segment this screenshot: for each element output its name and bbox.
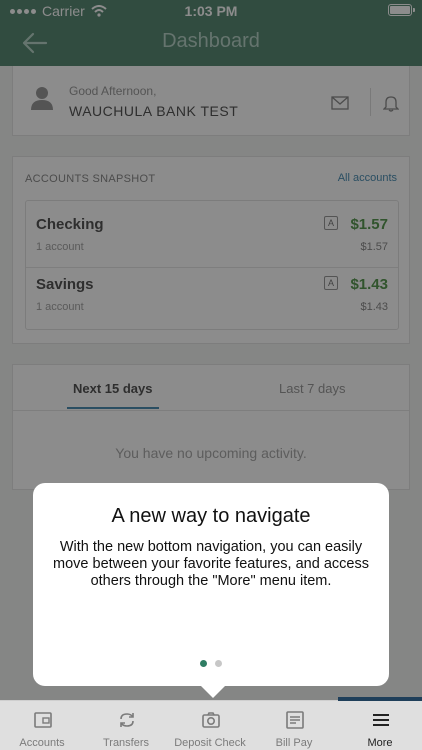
popup-title: A new way to navigate — [111, 505, 311, 527]
page-dot[interactable] — [215, 660, 222, 667]
tab-deposit-check[interactable]: Deposit Check — [168, 701, 252, 750]
tab-more[interactable]: More — [338, 697, 422, 750]
tab-label: More — [367, 737, 393, 749]
tab-accounts[interactable]: Accounts — [0, 701, 84, 750]
onboarding-popup: A new way to navigate With the new botto… — [33, 483, 389, 698]
wallet-icon — [34, 712, 52, 728]
camera-icon — [202, 712, 220, 728]
tab-label: Bill Pay — [275, 737, 313, 749]
bottom-tab-bar: Accounts Transfers Deposit Check Bill Pa… — [0, 697, 422, 750]
bill-icon — [286, 711, 304, 729]
tab-label: Accounts — [19, 737, 65, 749]
tab-label: Deposit Check — [174, 737, 246, 749]
tab-label: Transfers — [102, 737, 150, 749]
page-indicator — [33, 660, 389, 667]
tab-transfers[interactable]: Transfers — [84, 701, 168, 750]
tab-bill-pay[interactable]: Bill Pay — [252, 701, 336, 750]
page-dot-active[interactable] — [200, 660, 207, 667]
popup-body: With the new bottom navigation, you can … — [53, 539, 369, 589]
transfer-icon — [120, 713, 134, 727]
menu-icon — [373, 714, 389, 726]
